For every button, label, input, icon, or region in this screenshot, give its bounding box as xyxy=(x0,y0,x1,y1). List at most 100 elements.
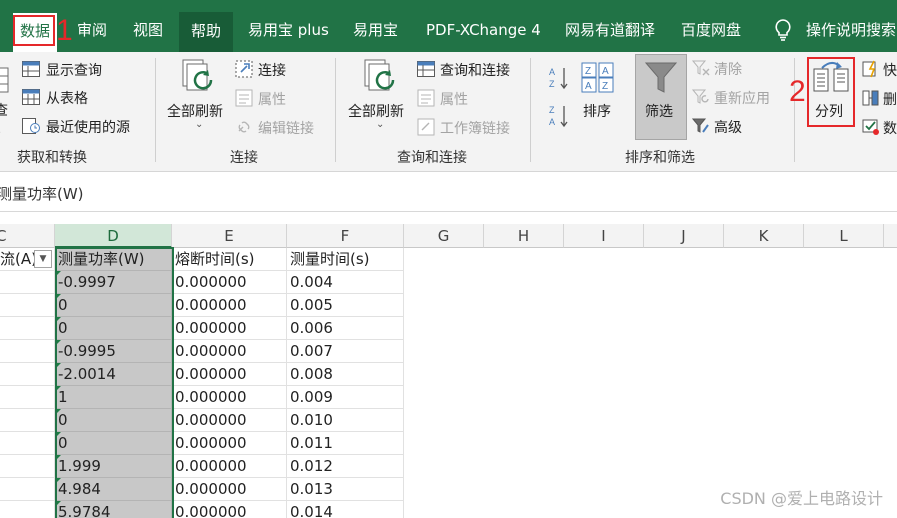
cell-power[interactable]: 0 xyxy=(55,409,172,432)
cell-fuse-time[interactable]: 0.000000 xyxy=(172,386,287,409)
cell-power[interactable]: -2.0014 xyxy=(55,363,172,386)
header-cell-measure-time[interactable]: 测量时间(s) xyxy=(287,248,404,271)
tab-youdao[interactable]: 网易有道翻译 xyxy=(565,12,655,48)
recent-sources-button[interactable]: 最近使用的源 xyxy=(46,117,130,137)
tab-baidu-netdisk[interactable]: 百度网盘 xyxy=(681,12,741,48)
group-label-queries-connections: 查询和连接 xyxy=(397,150,467,166)
column-header-j[interactable]: J xyxy=(644,224,724,248)
cell-fuse-time[interactable]: 0.000000 xyxy=(172,294,287,317)
cell-fuse-time[interactable]: 0.000000 xyxy=(172,409,287,432)
tab-yiyongbao-plus[interactable]: 易用宝 plus xyxy=(248,12,329,48)
lightbulb-icon[interactable] xyxy=(774,19,792,41)
show-query-button[interactable]: 显示查询 xyxy=(46,60,102,80)
cell-empty[interactable] xyxy=(0,478,55,501)
remove-duplicates-button[interactable]: 删 xyxy=(883,89,897,109)
cell-measure-time[interactable]: 0.013 xyxy=(287,478,404,501)
flash-fill-button[interactable]: 快 xyxy=(883,60,897,80)
cell-empty[interactable] xyxy=(0,340,55,363)
cell-empty[interactable] xyxy=(0,317,55,340)
cell-empty[interactable] xyxy=(0,294,55,317)
refresh-all-button[interactable]: 全部刷新 xyxy=(167,101,223,121)
cell-fuse-time[interactable]: 0.000000 xyxy=(172,363,287,386)
cell-measure-time[interactable]: 0.012 xyxy=(287,455,404,478)
header-cell-current[interactable]: 流(A) ▼ xyxy=(0,248,55,271)
cell-fuse-time[interactable]: 0.000000 xyxy=(172,271,287,294)
column-header-l[interactable]: L xyxy=(804,224,884,248)
cell-measure-time[interactable]: 0.008 xyxy=(287,363,404,386)
cell-fuse-time[interactable]: 0.000000 xyxy=(172,432,287,455)
cell-empty[interactable] xyxy=(0,271,55,294)
sort-button[interactable]: 排序 xyxy=(583,101,611,121)
column-header-m[interactable] xyxy=(884,224,897,248)
cell-measure-time[interactable]: 0.009 xyxy=(287,386,404,409)
column-header-c[interactable]: C xyxy=(0,224,55,248)
clear-button[interactable]: 清除 xyxy=(714,59,742,79)
properties-button[interactable]: 属性 xyxy=(258,89,286,109)
reapply-button[interactable]: 重新应用 xyxy=(714,88,770,108)
spreadsheet-grid[interactable]: C D E F G H I J K L 流(A) ▼ 测量功率(W) 熔断时间(… xyxy=(0,224,897,518)
cell-fuse-time[interactable]: 0.000000 xyxy=(172,478,287,501)
sort-descending-icon[interactable]: Z A xyxy=(549,104,569,128)
header-cell-fuse-time[interactable]: 熔断时间(s) xyxy=(172,248,287,271)
cell-measure-time[interactable]: 0.011 xyxy=(287,432,404,455)
workbook-links-button[interactable]: 工作簿链接 xyxy=(440,118,510,138)
connections-button[interactable]: 连接 xyxy=(258,60,286,80)
column-header-f[interactable]: F xyxy=(287,224,404,248)
cell-power[interactable]: 4.984 xyxy=(55,478,172,501)
cell-power[interactable]: 0 xyxy=(55,294,172,317)
cell-power[interactable]: 0 xyxy=(55,317,172,340)
tab-review[interactable]: 审阅 xyxy=(77,12,107,48)
number-as-text-indicator xyxy=(55,501,61,507)
cell-fuse-time[interactable]: 0.000000 xyxy=(172,455,287,478)
tab-help[interactable]: 帮助 xyxy=(179,12,234,52)
column-header-g[interactable]: G xyxy=(404,224,484,248)
cell-power[interactable]: 0 xyxy=(55,432,172,455)
queries-connections-button[interactable]: 查询和连接 xyxy=(440,60,510,80)
cell-empty[interactable] xyxy=(0,386,55,409)
tab-pdf-xchange[interactable]: PDF-XChange 4 xyxy=(426,12,541,48)
filter-dropdown-icon[interactable]: ▼ xyxy=(34,250,52,268)
column-header-i[interactable]: I xyxy=(564,224,644,248)
edit-links-button[interactable]: 编辑链接 xyxy=(258,118,314,138)
text-to-columns-button[interactable]: 分列 xyxy=(815,101,843,121)
cell-measure-time[interactable]: 0.014 xyxy=(287,501,404,518)
cell-power[interactable]: 1.999 xyxy=(55,455,172,478)
cell-measure-time[interactable]: 0.004 xyxy=(287,271,404,294)
cell-power[interactable]: 1 xyxy=(55,386,172,409)
tab-yiyongbao[interactable]: 易用宝 xyxy=(353,12,398,48)
cell-measure-time[interactable]: 0.010 xyxy=(287,409,404,432)
column-header-d[interactable]: D xyxy=(55,224,172,248)
data-validation-button[interactable]: 数 xyxy=(883,118,897,138)
column-letter: F xyxy=(340,227,350,245)
cell-power[interactable]: 5.9784 xyxy=(55,501,172,518)
cell-empty[interactable] xyxy=(0,363,55,386)
cell-fuse-time[interactable]: 0.000000 xyxy=(172,317,287,340)
cell-fuse-time[interactable]: 0.000000 xyxy=(172,340,287,363)
from-table-button[interactable]: 从表格 xyxy=(46,88,88,108)
get-data-partial-label[interactable]: 查 xyxy=(0,100,8,120)
cell-power[interactable]: -0.9995 xyxy=(55,340,172,363)
refresh-all-button-2[interactable]: 全部刷新 xyxy=(348,101,404,121)
cell-empty[interactable] xyxy=(0,455,55,478)
tell-me-search[interactable]: 操作说明搜索 xyxy=(806,12,896,48)
properties-button-2[interactable]: 属性 xyxy=(440,89,468,109)
header-cell-power[interactable]: 测量功率(W) xyxy=(55,248,172,271)
cell-measure-time[interactable]: 0.005 xyxy=(287,294,404,317)
advanced-button[interactable]: 高级 xyxy=(714,117,742,137)
cell-empty[interactable] xyxy=(0,409,55,432)
column-header-e[interactable]: E xyxy=(172,224,287,248)
cell-value: 0.005 xyxy=(290,296,333,314)
cell-measure-time[interactable]: 0.007 xyxy=(287,340,404,363)
number-as-text-indicator xyxy=(55,409,61,415)
cell-power[interactable]: -0.9997 xyxy=(55,271,172,294)
column-header-k[interactable]: K xyxy=(724,224,804,248)
cell-empty[interactable] xyxy=(0,432,55,455)
formula-bar-content[interactable]: 测量功率(W) xyxy=(0,183,84,204)
cell-measure-time[interactable]: 0.006 xyxy=(287,317,404,340)
formula-bar[interactable]: 测量功率(W) xyxy=(0,172,897,212)
sort-ascending-icon[interactable]: A Z xyxy=(549,66,569,90)
cell-fuse-time[interactable]: 0.000000 xyxy=(172,501,287,518)
column-header-h[interactable]: H xyxy=(484,224,564,248)
tab-view[interactable]: 视图 xyxy=(133,12,163,48)
cell-empty[interactable] xyxy=(0,501,55,518)
